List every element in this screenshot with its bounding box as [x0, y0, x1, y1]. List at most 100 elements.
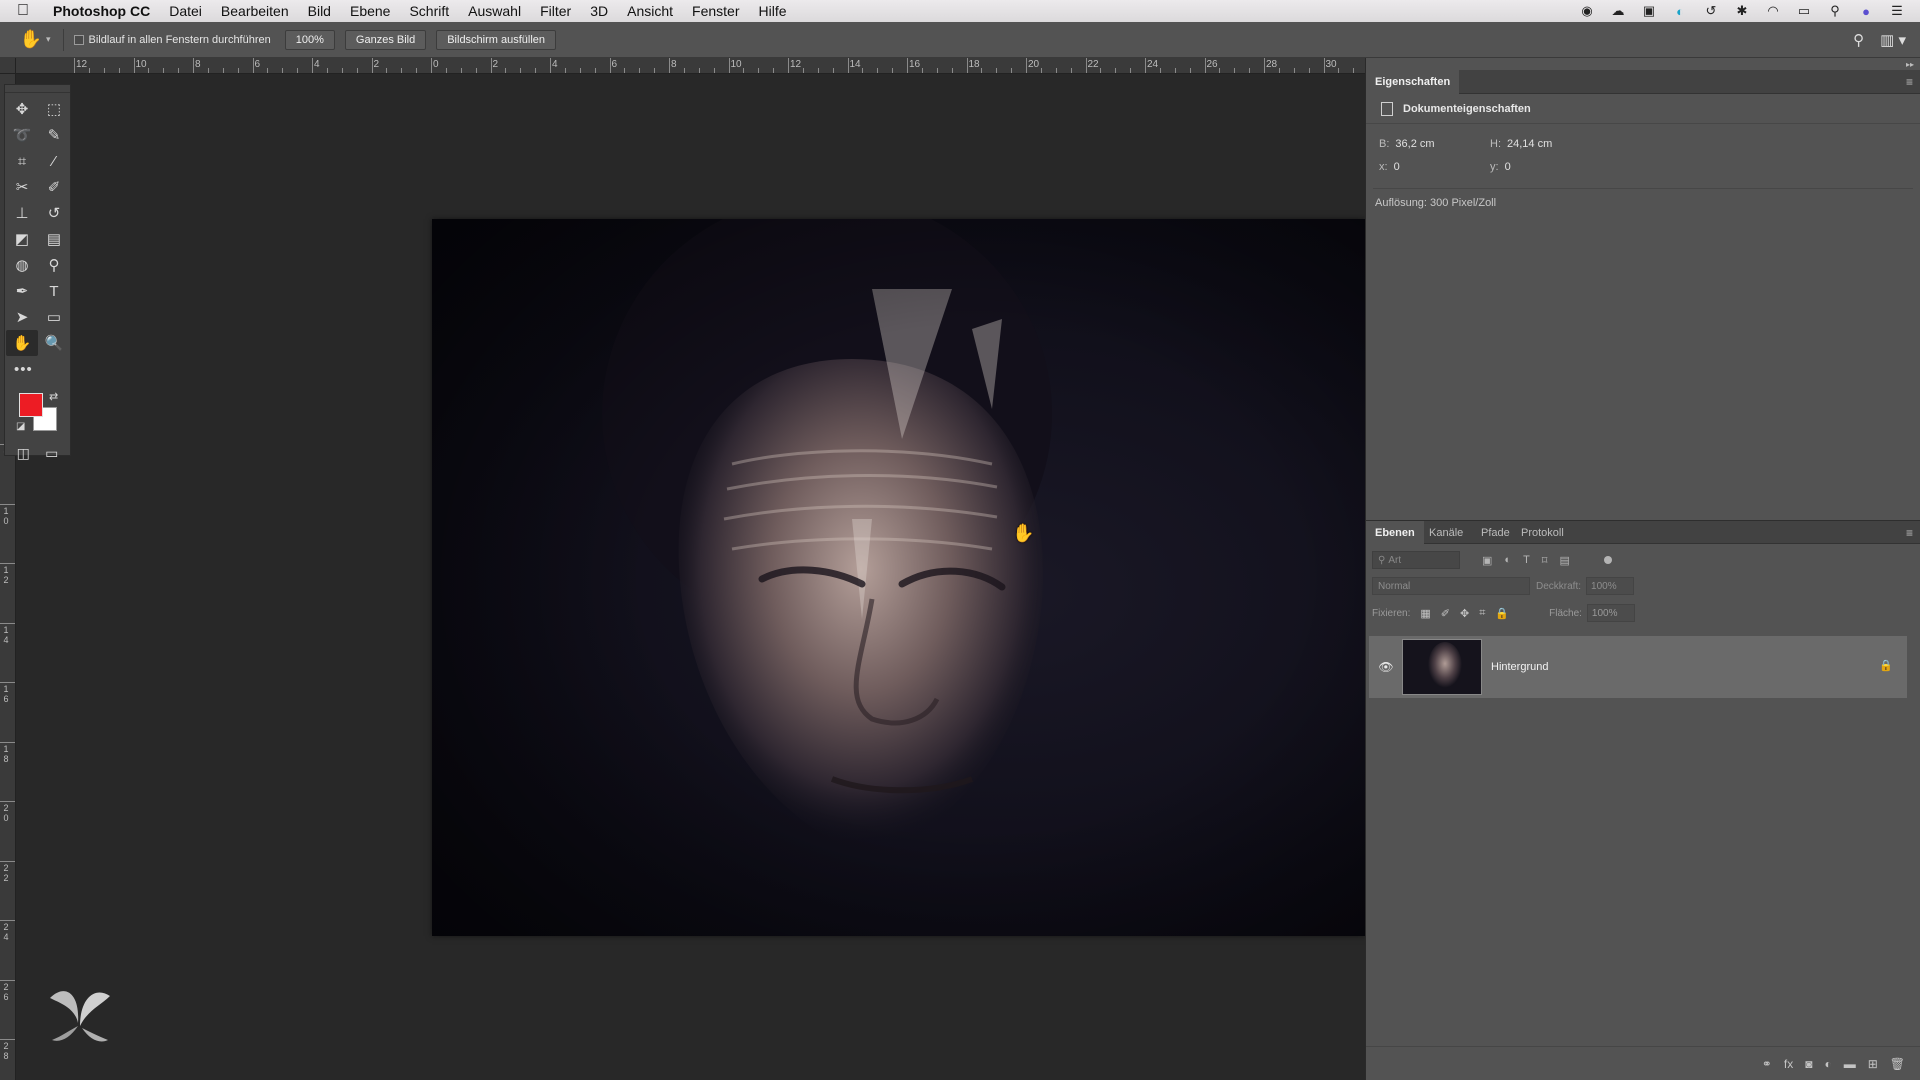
- link-icon[interactable]: ⚭: [1762, 1057, 1772, 1071]
- width-value[interactable]: 36,2 cm: [1395, 138, 1434, 150]
- y-value[interactable]: 0: [1505, 161, 1511, 173]
- collapse-panels-icon[interactable]: ▸▸: [1906, 60, 1914, 69]
- healing-tool-icon[interactable]: ✂: [6, 174, 38, 200]
- menu-auswahl[interactable]: Auswahl: [468, 3, 521, 19]
- quick-selection-tool-icon[interactable]: ✎: [38, 122, 70, 148]
- filter-type-icon[interactable]: T: [1523, 554, 1530, 567]
- display-icon[interactable]: ▣: [1640, 3, 1658, 19]
- zoom-tool-icon[interactable]: 🔍: [38, 330, 70, 356]
- creative-cloud-icon[interactable]: ☁: [1609, 3, 1627, 19]
- tab-eigenschaften[interactable]: Eigenschaften: [1366, 70, 1460, 94]
- menu-app-name[interactable]: Photoshop CC: [53, 3, 150, 19]
- menu-bild[interactable]: Bild: [308, 3, 331, 19]
- siri-icon[interactable]: ●: [1857, 3, 1875, 19]
- pen-tool-icon[interactable]: ✒: [6, 278, 38, 304]
- move-tool-icon[interactable]: ✥: [6, 96, 38, 122]
- filter-smart-object-icon[interactable]: ▤: [1559, 554, 1569, 567]
- gradient-tool-icon[interactable]: ▤: [38, 226, 70, 252]
- lock-artboard-icon[interactable]: ⌗: [1479, 607, 1485, 620]
- fx-icon[interactable]: fx: [1784, 1057, 1793, 1071]
- spotlight-icon[interactable]: ⚲: [1826, 3, 1844, 19]
- filter-shape-icon[interactable]: ⌑: [1542, 554, 1548, 567]
- opacity-input[interactable]: 100%: [1586, 577, 1635, 595]
- eraser-tool-icon[interactable]: ◩: [6, 226, 38, 252]
- hand-tool-icon[interactable]: ✋: [6, 330, 38, 356]
- screen-mode-icon[interactable]: ▭: [45, 445, 58, 462]
- layer-row[interactable]: 👁 Hintergrund 🔒: [1369, 636, 1907, 698]
- lock-paint-icon[interactable]: ✐: [1441, 607, 1450, 620]
- rectangle-tool-icon[interactable]: ▭: [38, 304, 70, 330]
- menu-filter[interactable]: Filter: [540, 3, 571, 19]
- adjustment-icon[interactable]: ◐: [1824, 1057, 1831, 1071]
- stamp-tool-icon[interactable]: ⊥: [6, 200, 38, 226]
- height-value[interactable]: 24,14 cm: [1507, 138, 1552, 150]
- dodge-tool-icon[interactable]: ⚲: [38, 252, 70, 278]
- width-property: B: 36,2 cm: [1379, 138, 1435, 150]
- layer-lock-icon[interactable]: 🔒: [1879, 659, 1893, 672]
- image-canvas[interactable]: [432, 219, 1365, 936]
- quick-mask-icon[interactable]: ◫: [17, 445, 30, 462]
- filter-toggle-icon[interactable]: [1603, 556, 1612, 564]
- ruler-minor-tick: [148, 68, 150, 73]
- brush-tool-icon[interactable]: ✐: [38, 174, 70, 200]
- top-ruler[interactable]: 12 10 8 6 4 2 0 2 4 6 8 10 12 14 16 18 20 22 24 26 28 30: [16, 58, 1365, 74]
- blur-tool-icon[interactable]: ◍: [6, 252, 38, 278]
- crop-tool-icon[interactable]: ⌗: [6, 148, 38, 174]
- lock-position-icon[interactable]: ✥: [1460, 607, 1469, 620]
- menu-bearbeiten[interactable]: Bearbeiten: [221, 3, 289, 19]
- history-brush-tool-icon[interactable]: ↺: [38, 200, 70, 226]
- tab-protokoll[interactable]: Protokoll: [1512, 521, 1573, 545]
- path-selection-tool-icon[interactable]: ➤: [6, 304, 38, 330]
- lock-all-icon[interactable]: 🔒: [1495, 607, 1509, 620]
- zoom-100-button[interactable]: 100%: [284, 29, 335, 50]
- mask-icon[interactable]: ◙: [1805, 1057, 1812, 1071]
- menu-3d[interactable]: 3D: [590, 3, 608, 19]
- eyedropper-tool-icon[interactable]: ⁄: [38, 148, 70, 174]
- workspace-icon[interactable]: ▥ ▾: [1880, 31, 1906, 49]
- default-colors-icon[interactable]: ◪: [16, 421, 25, 432]
- trash-icon[interactable]: 🗑: [1890, 1057, 1905, 1071]
- search-icon[interactable]: ⚲: [1853, 31, 1864, 49]
- sync-icon[interactable]: ◐: [1671, 3, 1689, 19]
- airplay-icon[interactable]: ▭: [1795, 3, 1813, 19]
- notification-center-icon[interactable]: ☰: [1888, 3, 1906, 19]
- more-tools-icon[interactable]: •••: [6, 356, 70, 382]
- menu-datei[interactable]: Datei: [169, 3, 202, 19]
- fit-screen-button[interactable]: Ganzes Bild: [344, 29, 427, 50]
- blend-mode-select[interactable]: Normal: [1372, 577, 1530, 595]
- fill-input[interactable]: 100%: [1586, 604, 1635, 622]
- new-layer-icon[interactable]: ⊞: [1868, 1057, 1878, 1071]
- scroll-all-windows-checkbox[interactable]: [73, 34, 84, 45]
- filter-adjustment-icon[interactable]: ◐: [1504, 554, 1511, 567]
- x-value[interactable]: 0: [1394, 161, 1400, 173]
- swap-colors-icon[interactable]: ⇄: [49, 390, 58, 403]
- menu-hilfe[interactable]: Hilfe: [759, 3, 787, 19]
- visibility-eye-icon[interactable]: 👁: [1374, 660, 1398, 674]
- type-tool-icon[interactable]: T: [38, 278, 70, 304]
- bluetooth-icon[interactable]: ✱: [1733, 3, 1751, 19]
- time-machine-icon[interactable]: ↺: [1702, 3, 1720, 19]
- layer-filter-search[interactable]: ⚲ Art: [1372, 551, 1460, 569]
- hand-tool-icon[interactable]: ✋: [20, 29, 42, 51]
- tab-kanaele[interactable]: Kanäle: [1420, 521, 1472, 545]
- tab-ebenen[interactable]: Ebenen: [1366, 521, 1424, 545]
- foreground-color-swatch[interactable]: [19, 393, 43, 417]
- toolbar-grip[interactable]: [5, 85, 70, 93]
- record-icon[interactable]: ◉: [1578, 3, 1596, 19]
- lasso-tool-icon[interactable]: ➰: [6, 122, 38, 148]
- layer-name[interactable]: Hintergrund: [1491, 661, 1548, 673]
- menu-ansicht[interactable]: Ansicht: [627, 3, 673, 19]
- menu-schrift[interactable]: Schrift: [409, 3, 449, 19]
- chevron-down-icon[interactable]: ▾: [46, 34, 51, 45]
- filter-pixel-icon[interactable]: ▣: [1482, 554, 1492, 567]
- apple-icon[interactable]: : [17, 2, 39, 20]
- marquee-tool-icon[interactable]: ⬚: [38, 96, 70, 122]
- wifi-icon[interactable]: ◠: [1764, 3, 1782, 19]
- menu-ebene[interactable]: Ebene: [350, 3, 390, 19]
- menu-fenster[interactable]: Fenster: [692, 3, 739, 19]
- lock-transparent-icon[interactable]: ▦: [1420, 607, 1430, 620]
- fill-screen-button[interactable]: Bildschirm ausfüllen: [436, 29, 557, 50]
- folder-icon[interactable]: ▬: [1844, 1057, 1856, 1071]
- layers-panel-menu-icon[interactable]: ≡: [1906, 526, 1913, 540]
- panel-menu-icon[interactable]: ≡: [1906, 75, 1913, 89]
